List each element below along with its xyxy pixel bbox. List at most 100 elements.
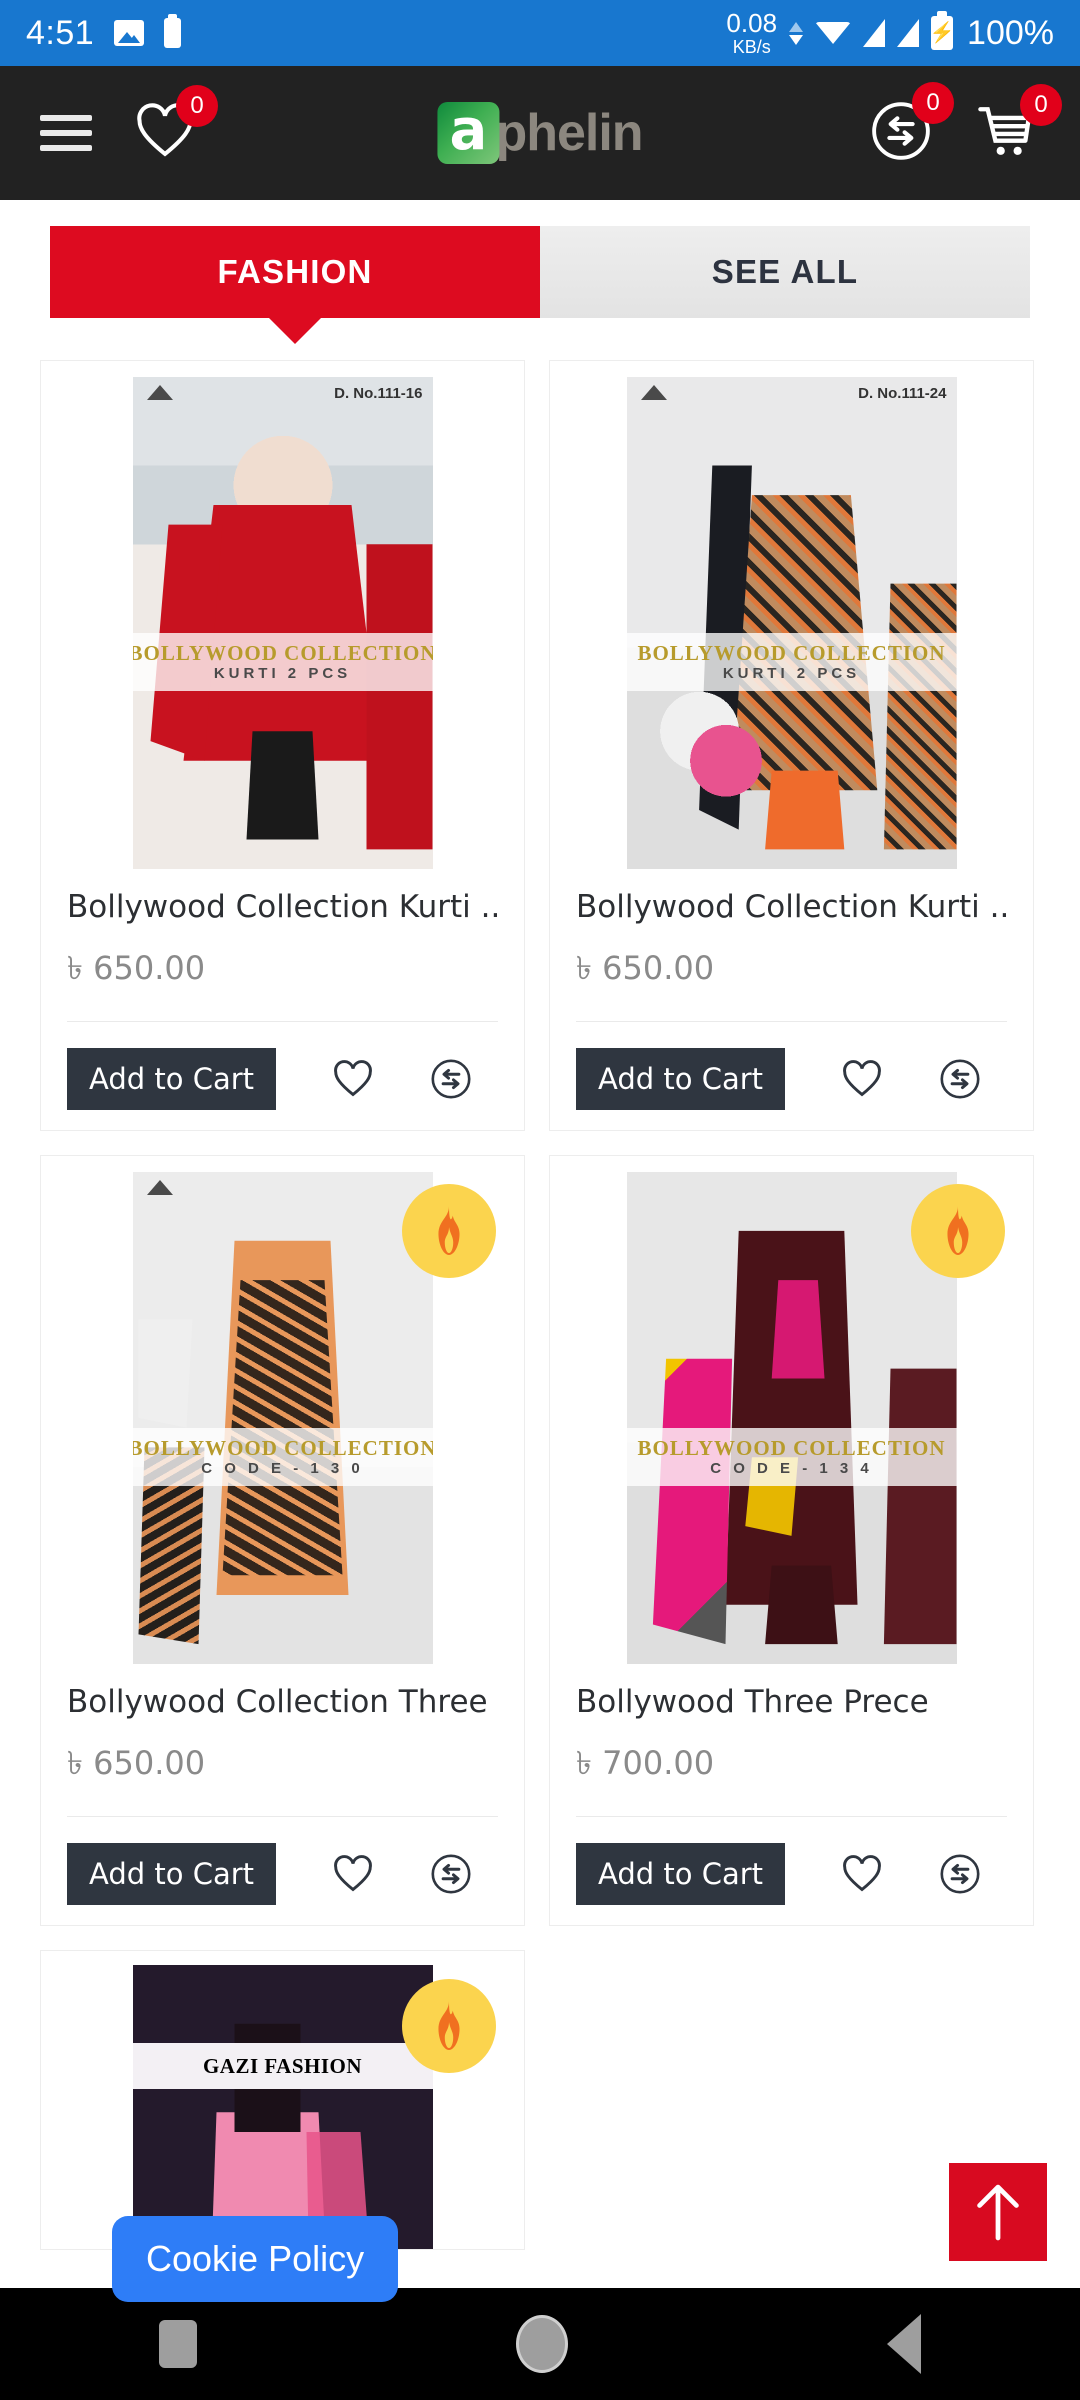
- heart-icon: [334, 1059, 372, 1097]
- product-card[interactable]: GAZI FASHION D. No.516: [40, 1949, 525, 2250]
- product-card[interactable]: BOLLYWOOD COLLECTION C O D E - 1 3 4 Bol…: [549, 1154, 1034, 1926]
- battery-charging-icon: ⚡: [930, 11, 954, 50]
- brand-mark-icon: [146, 1179, 173, 1195]
- triangle-back-icon[interactable]: [886, 2314, 921, 2374]
- product-image[interactable]: BOLLYWOOD COLLECTION C O D E - 1 3 4: [550, 1156, 1033, 1666]
- wifi-icon: [815, 22, 852, 44]
- image-sub-text: KURTI 2 PCS: [213, 664, 352, 682]
- image-brand-text: BOLLYWOOD COLLECTION: [132, 1435, 433, 1460]
- product-price: ৳ 650.00: [67, 1743, 206, 1782]
- cart-count-badge: 0: [1020, 83, 1062, 126]
- status-bar-right: 0.08 KB/s ⚡ 100%: [726, 10, 1054, 56]
- product-title: Bollywood Collection Three ...: [67, 1683, 498, 1720]
- wishlist-count-badge: 0: [176, 84, 218, 127]
- product-card[interactable]: D. No.111-16 BOLLYWOOD COLLECTION KURTI …: [40, 360, 525, 1131]
- product-card[interactable]: BOLLYWOOD COLLECTION C O D E - 1 3 0 Bol…: [40, 1154, 525, 1926]
- brand-mark-icon: [640, 385, 667, 400]
- logo-letter: a: [449, 98, 488, 163]
- hot-deal-badge: [402, 1978, 496, 2073]
- android-nav-bar: [0, 2288, 1080, 2400]
- status-bar: 4:51 0.08 KB/s ⚡ 100%: [0, 0, 1080, 66]
- data-transfer-icon: [789, 21, 804, 45]
- logo-text: phelin: [495, 104, 643, 162]
- product-image[interactable]: GAZI FASHION D. No.516: [41, 1951, 524, 2249]
- compare-button[interactable]: 0: [870, 81, 954, 167]
- battery-icon: [164, 14, 182, 48]
- square-recents-icon[interactable]: [159, 2320, 198, 2368]
- compare-count-badge: 0: [912, 81, 954, 124]
- add-to-cart-button[interactable]: Add to Cart: [67, 1842, 277, 1905]
- cart-button[interactable]: 0: [974, 83, 1062, 165]
- product-image[interactable]: BOLLYWOOD COLLECTION C O D E - 1 3 0: [41, 1156, 524, 1666]
- image-brand-band: BOLLYWOOD COLLECTION KURTI 2 PCS: [626, 632, 957, 691]
- app-logo[interactable]: a phelin: [437, 98, 644, 164]
- fire-icon: [438, 1205, 460, 1255]
- hamburger-menu-icon[interactable]: [40, 115, 92, 151]
- image-brand-band: BOLLYWOOD COLLECTION C O D E - 1 3 0: [132, 1427, 433, 1486]
- product-info: Bollywood Collection Kurti ... ৳ 650.00: [41, 871, 524, 997]
- product-wishlist-button[interactable]: [841, 1854, 883, 1893]
- battery-percent: 100%: [967, 13, 1054, 52]
- product-compare-button[interactable]: [430, 1058, 472, 1100]
- compare-arrows-icon: [940, 1059, 980, 1099]
- scroll-to-top-button[interactable]: [949, 2163, 1047, 2261]
- signal-bars-icon: [863, 19, 886, 47]
- image-brand-text: BOLLYWOOD COLLECTION: [637, 1435, 946, 1460]
- heart-icon: [843, 1854, 881, 1892]
- cookie-policy-button[interactable]: Cookie Policy: [112, 2216, 399, 2302]
- tab-see-all-label: SEE ALL: [711, 253, 859, 290]
- product-card[interactable]: D. No.111-24 BOLLYWOOD COLLECTION KURTI …: [549, 360, 1034, 1131]
- product-compare-button[interactable]: [939, 1853, 981, 1895]
- design-number: D. No.111-16: [334, 385, 423, 402]
- hot-deal-badge: [911, 1183, 1005, 1278]
- app-header: 0 a phelin 0 0: [0, 66, 1080, 200]
- design-number: D. No.111-24: [858, 385, 947, 402]
- product-price: ৳ 650.00: [576, 948, 715, 987]
- product-actions: Add to Cart: [576, 1815, 1007, 1905]
- product-info: Bollywood Collection Kurti ... ৳ 650.00: [550, 871, 1033, 997]
- image-sub-text: C O D E - 1 3 0: [201, 1459, 364, 1477]
- product-actions: Add to Cart: [67, 1815, 498, 1905]
- add-to-cart-button[interactable]: Add to Cart: [67, 1047, 277, 1110]
- tab-fashion[interactable]: FASHION: [50, 226, 540, 318]
- product-actions: Add to Cart: [576, 1020, 1007, 1110]
- product-wishlist-button[interactable]: [332, 1854, 374, 1893]
- network-speed-unit: KB/s: [732, 37, 771, 57]
- status-bar-left: 4:51: [26, 14, 182, 53]
- compare-arrows-icon: [431, 1854, 471, 1894]
- header-actions: 0 0: [828, 81, 1062, 167]
- arrow-up-icon: [977, 2184, 1019, 2241]
- signal-bars-icon-2: [897, 19, 920, 47]
- product-wishlist-button[interactable]: [841, 1059, 883, 1098]
- image-brand-band: GAZI FASHION: [132, 2043, 433, 2090]
- heart-icon: [843, 1059, 881, 1097]
- product-compare-button[interactable]: [939, 1058, 981, 1100]
- tab-fashion-label: FASHION: [217, 253, 373, 290]
- product-image[interactable]: D. No.111-24 BOLLYWOOD COLLECTION KURTI …: [550, 361, 1033, 871]
- product-price: ৳ 650.00: [67, 948, 206, 987]
- tab-see-all[interactable]: SEE ALL: [540, 226, 1030, 318]
- product-info: Bollywood Three Prece ৳ 700.00: [550, 1666, 1033, 1792]
- photo-icon: [114, 20, 145, 46]
- image-brand-band: BOLLYWOOD COLLECTION C O D E - 1 3 4: [626, 1427, 957, 1486]
- compare-arrows-icon: [940, 1854, 980, 1894]
- hot-deal-badge: [402, 1183, 496, 1278]
- image-sub-text: KURTI 2 PCS: [722, 664, 861, 682]
- product-wishlist-button[interactable]: [332, 1059, 374, 1098]
- circle-home-icon[interactable]: [515, 2315, 568, 2373]
- network-speed-value: 0.08: [726, 8, 778, 38]
- image-brand-text: GAZI FASHION: [202, 2053, 363, 2078]
- product-info: Bollywood Collection Three ... ৳ 650.00: [41, 1666, 524, 1792]
- wishlist-button[interactable]: 0: [134, 84, 218, 164]
- category-tabs: FASHION SEE ALL: [0, 200, 1080, 318]
- add-to-cart-button[interactable]: Add to Cart: [576, 1842, 786, 1905]
- product-price: ৳ 700.00: [576, 1743, 715, 1782]
- add-to-cart-button[interactable]: Add to Cart: [576, 1047, 786, 1110]
- logo-mark-icon: a: [437, 98, 500, 164]
- product-grid: D. No.111-16 BOLLYWOOD COLLECTION KURTI …: [0, 318, 1080, 2250]
- product-compare-button[interactable]: [430, 1853, 472, 1895]
- product-title: Bollywood Collection Kurti ...: [67, 889, 498, 925]
- product-title: Bollywood Three Prece: [576, 1683, 929, 1720]
- product-image[interactable]: D. No.111-16 BOLLYWOOD COLLECTION KURTI …: [41, 361, 524, 871]
- brand-mark-icon: [146, 385, 173, 400]
